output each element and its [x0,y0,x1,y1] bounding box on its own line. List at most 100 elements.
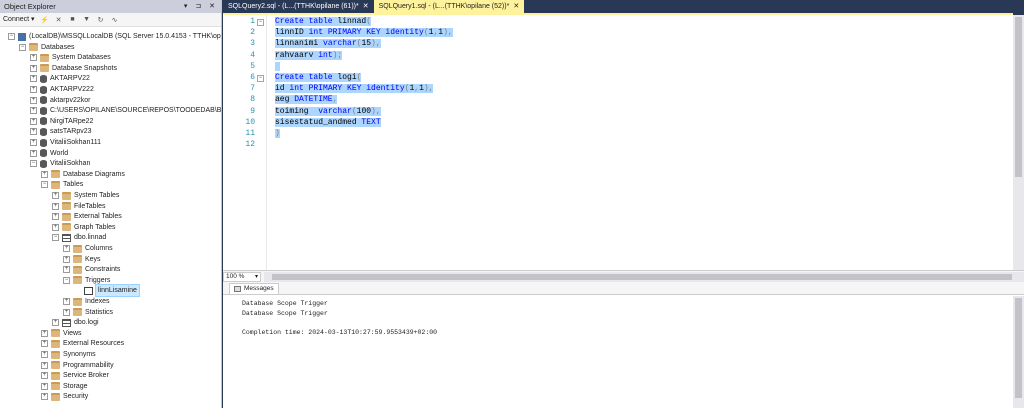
filter-icon[interactable]: ▼ [83,16,91,24]
tree-node[interactable]: + AKTARPV22 [30,73,90,84]
collapse-icon[interactable]: − [30,160,37,168]
expand-icon[interactable]: + [41,393,48,401]
code-line[interactable]: ) [275,129,280,140]
tree-node[interactable]: + NirgiTARpe22 [30,116,93,127]
tree-node[interactable]: + dbo.logi [52,317,99,328]
expand-icon[interactable]: + [41,170,48,178]
code-line[interactable]: linnID int PRIMARY KEY identity(1,1), [275,28,453,39]
horizontal-scroll-thumb[interactable] [272,273,1012,280]
tree-node[interactable]: + Keys [63,254,101,265]
expand-icon[interactable]: + [63,245,70,252]
expand-icon[interactable]: + [30,128,37,136]
tab-messages[interactable]: Messages [229,283,279,294]
expand-icon[interactable]: + [30,64,37,72]
tree-node[interactable]: − Triggers [63,275,110,286]
expand-icon[interactable]: + [41,382,48,390]
fold-toggle-icon[interactable]: − [257,75,264,82]
tree-node[interactable]: + Constraints [63,264,120,275]
zoom-select[interactable]: 100 % ▾ [223,271,261,282]
collapse-icon[interactable]: − [8,33,15,40]
tree-node[interactable]: + aktarpv22kor [30,95,90,106]
tree-node[interactable]: linnLisamine [74,284,140,298]
tree-node[interactable]: − Databases [19,42,74,53]
close-icon[interactable]: ✕ [363,0,369,13]
code-line[interactable]: linnanimi varchar(15), [275,39,381,50]
code-line[interactable]: toiming varchar(100), [275,106,381,118]
tree-node[interactable]: + System Databases [30,52,111,63]
fold-toggle-icon[interactable]: − [257,19,264,26]
expand-icon[interactable]: + [52,319,59,327]
code-line[interactable]: Create table linnad( [275,17,372,28]
code-line[interactable]: sisestatud_andmed TEXT [275,117,381,129]
collapse-icon[interactable]: − [19,43,26,51]
expand-icon[interactable]: + [52,192,59,199]
tree-node[interactable]: + FileTables [52,201,106,212]
expand-icon[interactable]: + [52,213,59,221]
expand-icon[interactable]: + [41,340,48,348]
tree-node[interactable]: + Programmability [41,360,114,371]
panel-window-buttons[interactable]: ▾ ⊐ ✕ [184,0,218,13]
expand-icon[interactable]: + [30,149,37,157]
expand-icon[interactable]: + [63,308,70,316]
results-vertical-scrollbar[interactable] [1013,296,1024,408]
code-line[interactable]: rahvaarv int); [275,50,343,62]
stop-icon[interactable]: ■ [69,16,77,24]
expand-icon[interactable]: + [63,298,70,305]
activity-monitor-icon[interactable]: ∿ [111,16,119,24]
expand-icon[interactable]: + [52,223,59,231]
collapse-icon[interactable]: − [52,234,59,242]
tree-node[interactable]: + VitaliiSokhan111 [30,137,101,148]
tree-node[interactable]: + Storage [41,381,88,392]
expand-icon[interactable]: + [41,351,48,358]
expand-icon[interactable]: + [63,255,70,263]
expand-icon[interactable]: + [63,266,70,274]
document-tab[interactable]: SQLQuery1.sql - (L...(TTHK\opilane (52))… [373,0,525,13]
tree-node[interactable]: + Synonyms [41,349,96,360]
code-line[interactable]: aeg DATETIME, [275,95,338,106]
results-scroll-thumb[interactable] [1015,298,1022,398]
refresh-icon[interactable]: ↻ [97,16,105,24]
editor-scroll-thumb[interactable] [1015,17,1022,177]
tree-node[interactable]: − VitaliiSokhan [30,158,90,169]
expand-icon[interactable]: + [41,372,48,380]
tree-node[interactable]: − Tables [41,179,83,190]
code-line[interactable]: Create table logi( [275,73,362,84]
tree-node[interactable]: + Columns [63,243,113,254]
expand-icon[interactable]: + [30,107,37,115]
tree-node[interactable]: + satsTARpv23 [30,126,92,137]
document-tab[interactable]: SQLQuery2.sql - (L...(TTHK\opilane (61))… [223,0,374,13]
disconnect-icon[interactable]: ✕ [55,16,63,24]
tree-node[interactable]: + World [30,148,68,159]
connect-button[interactable]: Connect ▾ [3,14,35,26]
tree-node[interactable]: + Security [41,391,88,402]
expand-icon[interactable]: + [30,86,37,93]
tree-node[interactable]: + Database Snapshots [30,63,117,74]
expand-icon[interactable]: + [52,202,59,210]
expand-icon[interactable]: + [30,54,37,62]
tree-node[interactable]: + System Tables [52,190,119,201]
code-line[interactable]: id int PRIMARY KEY identity(1,1), [275,84,434,95]
expand-icon[interactable]: + [30,75,37,83]
tree-node[interactable]: + Indexes [63,296,110,307]
tree-node[interactable]: + Service Broker [41,370,109,381]
query-editor[interactable]: 1−2 3 4 5 6−7 8 9 10 11 12 Create table linnad(li… [223,13,1024,272]
collapse-icon[interactable]: − [41,181,48,189]
editor-horizontal-scrollbar[interactable] [264,271,1024,282]
expand-icon[interactable]: + [30,117,37,125]
editor-vertical-scrollbar[interactable] [1013,15,1024,272]
tree-node[interactable]: + AKTARPV222 [30,84,94,95]
tree-node[interactable]: + Graph Tables [52,222,116,233]
tree-node[interactable]: + C:\USERS\OPILANE\SOURCE\REPOS\TOODEDAB\… [30,105,221,116]
code-line[interactable] [275,61,280,73]
expand-icon[interactable]: + [41,361,48,369]
tree-node[interactable]: + External Resources [41,338,124,349]
expand-icon[interactable]: + [30,96,37,104]
tree-node[interactable]: + Statistics [63,307,113,318]
expand-icon[interactable]: + [41,329,48,337]
expand-icon[interactable]: + [30,139,37,146]
tree-node[interactable]: − dbo.linnad [52,232,106,243]
tree-node[interactable]: + Views [41,328,82,339]
tree-node[interactable]: + Database Diagrams [41,169,125,180]
collapse-icon[interactable]: − [63,276,70,284]
tree-node[interactable]: + External Tables [52,211,122,222]
